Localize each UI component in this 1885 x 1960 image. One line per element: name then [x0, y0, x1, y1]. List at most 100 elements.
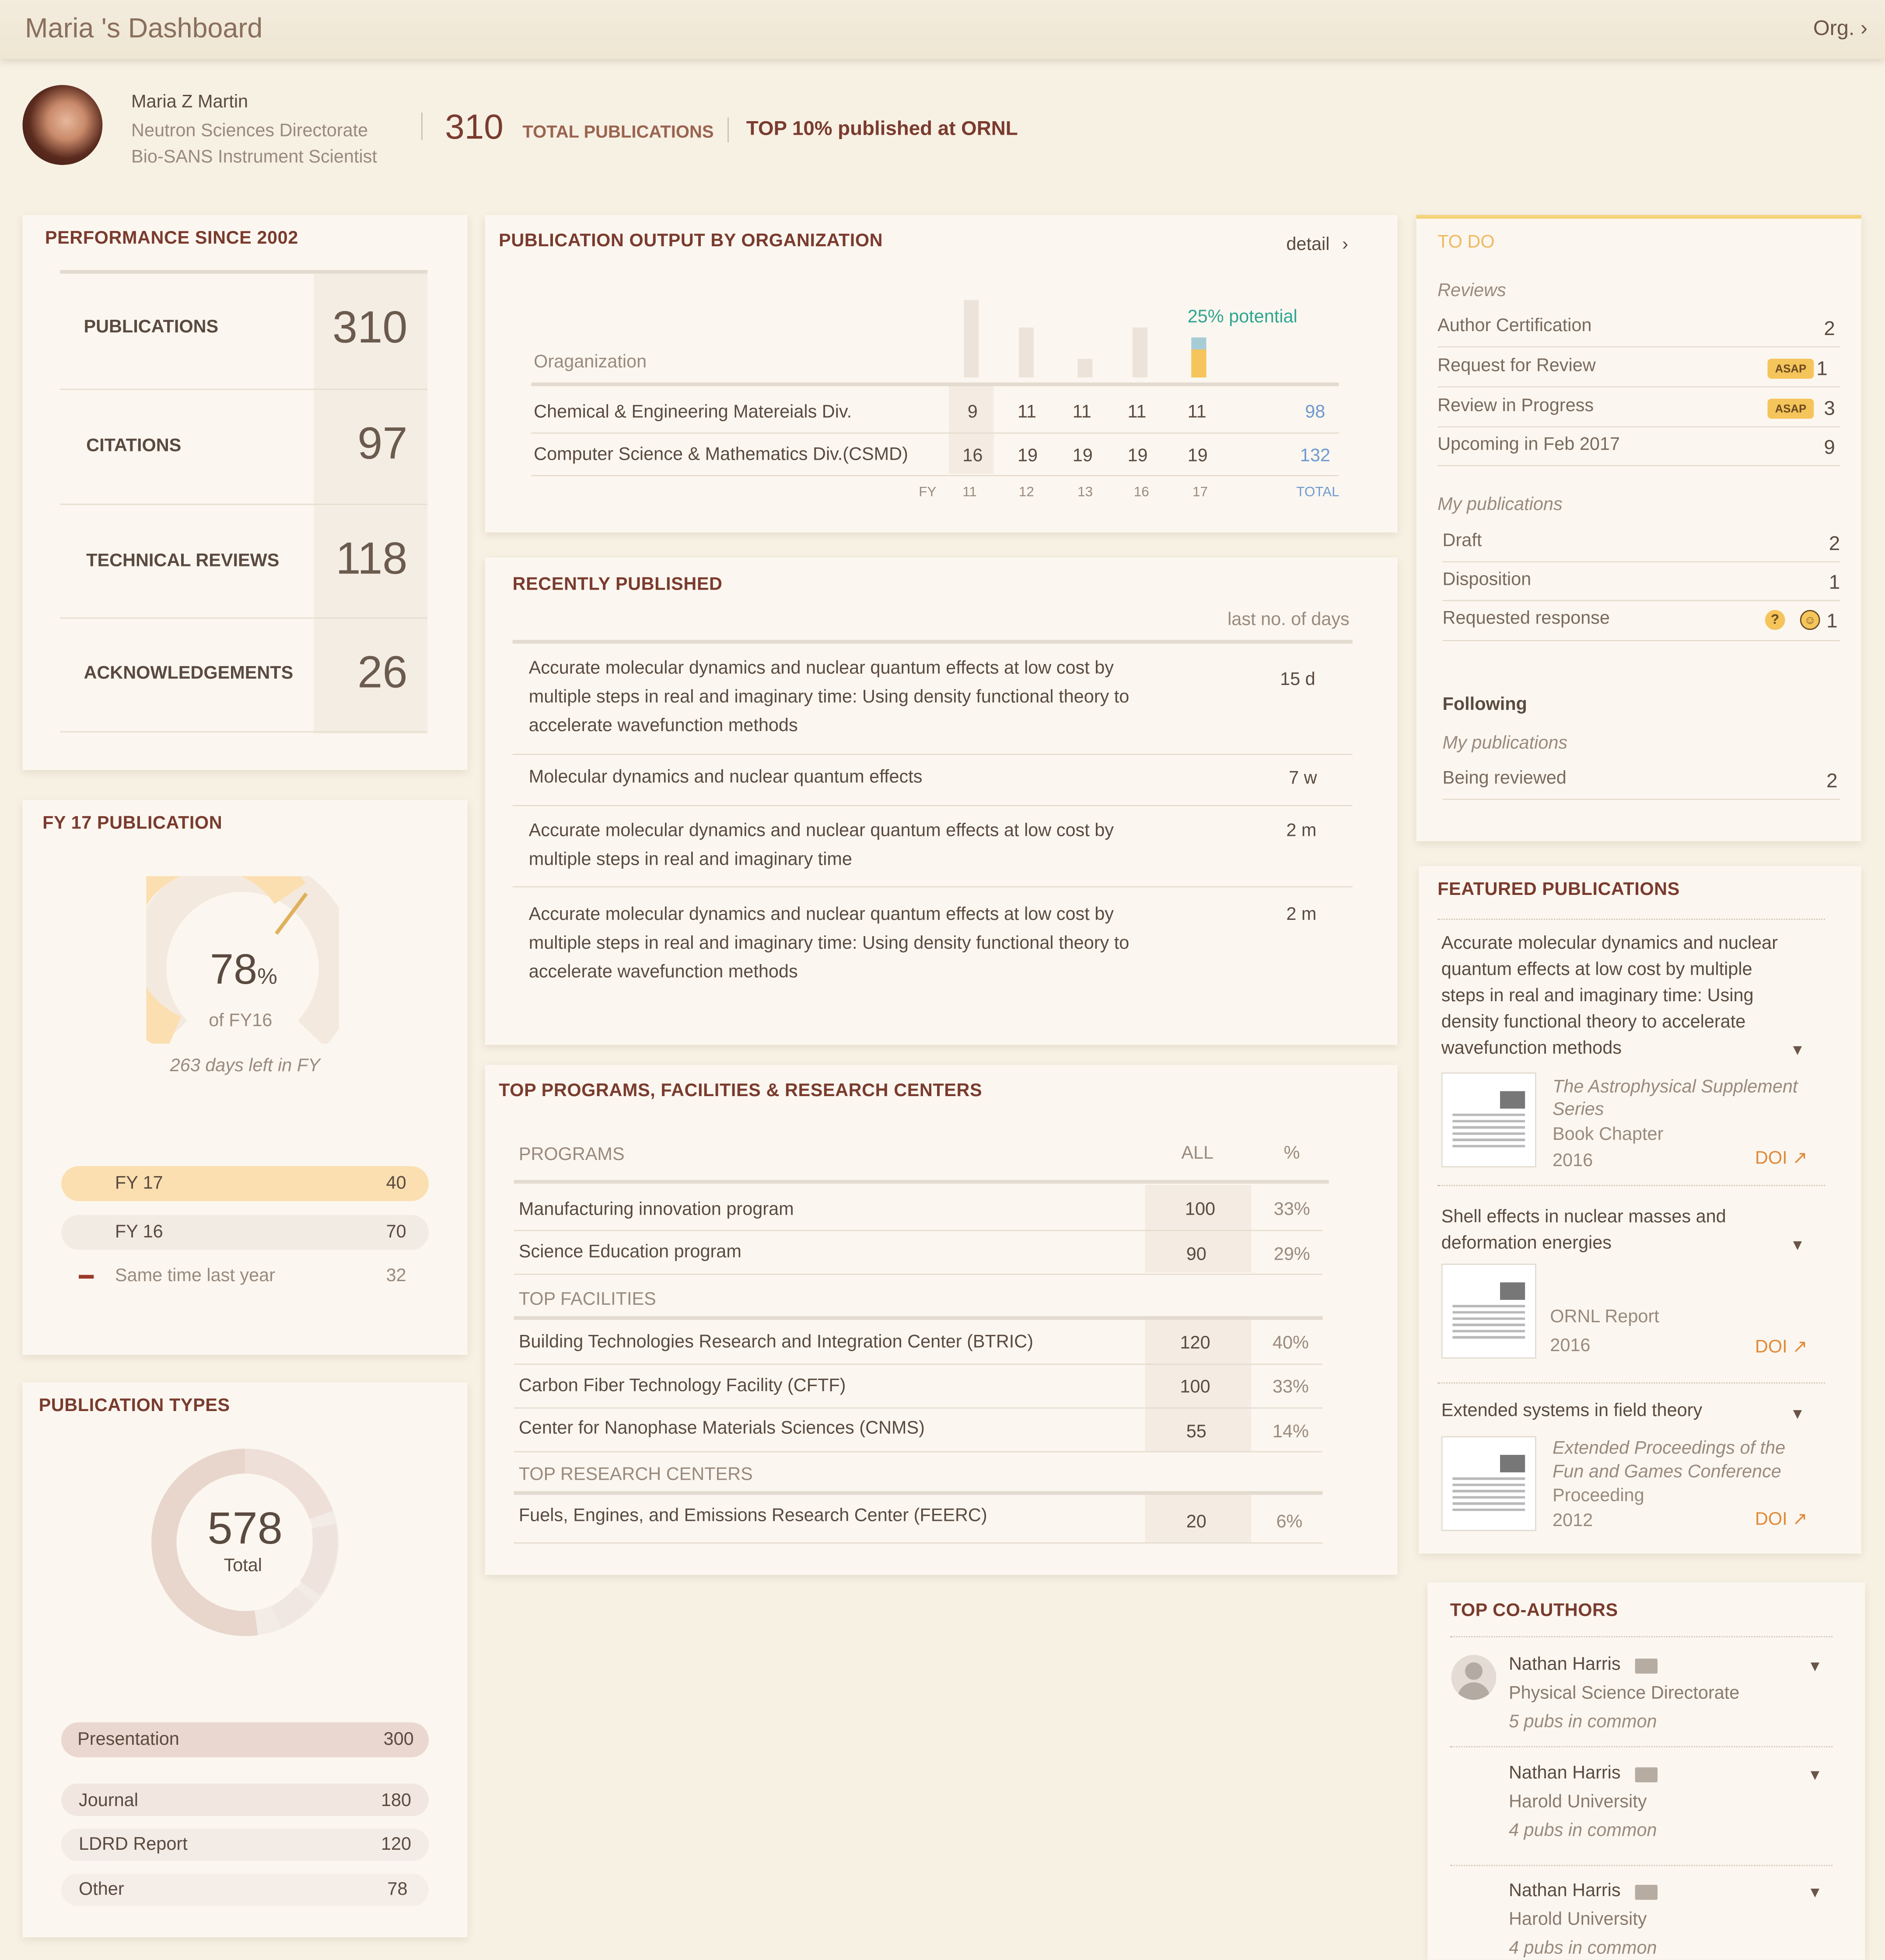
chevron-down-icon[interactable]: ▼ — [1790, 1041, 1805, 1059]
program-row[interactable]: Manufacturing innovation program 100 33% — [514, 1185, 1329, 1227]
coauthor-common: 5 pubs in common — [1509, 1712, 1657, 1733]
featured-source: Extended Proceedings of the — [1553, 1438, 1786, 1459]
programs-header: PROGRAMS — [518, 1145, 625, 1165]
doi-link[interactable]: DOI ↗ — [1755, 1510, 1808, 1530]
pubtype-row[interactable]: LDRD Report 120 — [61, 1828, 429, 1861]
coauthor-item[interactable]: Nathan Harris ▼ Physical Science Directo… — [1450, 1645, 1833, 1742]
featured-item[interactable]: Accurate molecular dynamics and nuclear … — [1437, 929, 1825, 1172]
featured-source: Series — [1553, 1100, 1604, 1120]
fy17-row-previous[interactable]: FY 16 70 — [61, 1215, 429, 1250]
percent-sign: % — [257, 964, 277, 989]
facility-pct: 33% — [1272, 1377, 1309, 1398]
question-icon[interactable]: ? — [1765, 610, 1785, 630]
contact-card-icon[interactable] — [1635, 1767, 1658, 1782]
featured-type: Proceeding — [1553, 1486, 1644, 1506]
facility-name: Carbon Fiber Technology Facility (CFTF) — [518, 1376, 846, 1396]
todo-row[interactable]: Request for Review ASAP 1 — [1437, 351, 1840, 386]
recent-title-line: Accurate molecular dynamics and nuclear … — [528, 821, 1114, 842]
performance-title: PERFORMANCE SINCE 2002 — [45, 228, 298, 249]
publication-thumbnail — [1441, 1436, 1536, 1531]
facility-row[interactable]: Carbon Fiber Technology Facility (CFTF) … — [514, 1365, 1329, 1407]
todo-row[interactable]: Being reviewed 2 — [1443, 764, 1840, 799]
chevron-down-icon[interactable]: ▼ — [1808, 1766, 1822, 1784]
org-value: 19 — [1072, 446, 1093, 466]
org-total[interactable]: 132 — [1300, 446, 1330, 466]
contact-card-icon[interactable] — [1635, 1885, 1658, 1900]
recent-item[interactable]: Accurate molecular dynamics and nuclear … — [513, 645, 1353, 752]
pubtype-row[interactable]: Other 78 — [61, 1873, 429, 1906]
featured-title-line: wavefunction methods — [1441, 1038, 1622, 1059]
coauthor-avatar — [1451, 1655, 1497, 1700]
todo-count: 2 — [1829, 534, 1840, 555]
dotted-divider — [1450, 1636, 1833, 1638]
chevron-down-icon[interactable]: ▼ — [1790, 1405, 1805, 1422]
same-time-row[interactable]: Same time last year 32 — [61, 1262, 429, 1293]
todo-row[interactable]: Author Certification 2 — [1437, 311, 1840, 346]
performance-row[interactable]: CITATIONS 97 — [60, 390, 427, 505]
all-column-header: ALL — [1181, 1143, 1214, 1164]
todo-row[interactable]: Review in Progress ASAP 3 — [1437, 391, 1840, 426]
divider — [514, 1542, 1323, 1544]
recent-item[interactable]: Molecular dynamics and nuclear quantum e… — [513, 755, 1353, 805]
pubtype-row[interactable]: Presentation 300 — [61, 1722, 429, 1757]
output-bar-current — [1191, 337, 1207, 377]
org-value: 19 — [1018, 446, 1038, 466]
recent-title-line: multiple steps in real and imaginary tim… — [528, 687, 1130, 708]
chevron-down-icon[interactable]: ▼ — [1808, 1657, 1822, 1675]
recent-item[interactable]: Accurate molecular dynamics and nuclear … — [513, 806, 1353, 886]
person-alert-icon[interactable]: ☺ — [1800, 610, 1820, 630]
program-row[interactable]: Science Education program 90 29% — [514, 1231, 1329, 1274]
recent-title-line: Molecular dynamics and nuclear quantum e… — [528, 767, 923, 788]
todo-row[interactable]: Disposition 1 — [1443, 565, 1840, 600]
output-bar — [1077, 359, 1093, 377]
research-center-row[interactable]: Fuels, Engines, and Emissions Research C… — [514, 1495, 1329, 1543]
fy17-card: FY 17 PUBLICATION 78% of FY16 263 days l… — [22, 800, 468, 1355]
todo-row[interactable]: Requested response ? ☺ 1 — [1443, 604, 1840, 639]
divider — [531, 475, 1339, 476]
facility-row[interactable]: Center for Nanophase Materials Sciences … — [514, 1408, 1329, 1451]
research-center-all: 20 — [1186, 1512, 1207, 1533]
facility-row[interactable]: Fuels, Engines, and Emissions Research C… — [514, 1320, 1329, 1363]
divider — [1442, 600, 1840, 601]
todo-label: Disposition — [1442, 570, 1532, 590]
featured-item[interactable]: Extended systems in field theory ▼ Exten… — [1437, 1391, 1825, 1538]
performance-row[interactable]: ACKNOWLEDGEMENTS 26 — [60, 618, 427, 731]
performance-row[interactable]: TECHNICAL REVIEWS 118 — [60, 505, 427, 617]
coauthor-common: 4 pubs in common — [1509, 1821, 1657, 1841]
performance-row[interactable]: PUBLICATIONS 310 — [60, 274, 427, 389]
org-row[interactable]: Chemical & Engineering Matereials Div. 9… — [531, 390, 1339, 431]
fy-axis-label: FY — [919, 485, 937, 500]
chevron-down-icon[interactable]: ▼ — [1808, 1883, 1822, 1901]
fy-value: 40 — [386, 1174, 406, 1194]
org-value: 11 — [1072, 402, 1091, 423]
avatar[interactable] — [22, 85, 103, 165]
org-link[interactable]: Org. › — [1813, 16, 1868, 41]
pubtype-row[interactable]: Journal 180 — [61, 1783, 429, 1816]
featured-item[interactable]: Shell effects in nuclear masses and defo… — [1437, 1195, 1825, 1364]
fy17-row-current[interactable]: FY 17 40 — [61, 1166, 429, 1202]
org-total[interactable]: 98 — [1305, 402, 1325, 423]
same-time-label: Same time last year — [115, 1266, 276, 1286]
recent-title-line: multiple steps in real and imaginary tim… — [528, 933, 1130, 954]
org-row[interactable]: Computer Science & Mathematics Div.(CSMD… — [531, 434, 1339, 475]
todo-label: Review in Progress — [1437, 396, 1594, 416]
thumbnail-text — [1452, 1114, 1525, 1151]
doi-link[interactable]: DOI ↗ — [1755, 1338, 1808, 1358]
publication-types-card: PUBLICATION TYPES 578 Total Presentation… — [22, 1382, 468, 1938]
top-programs-card: TOP PROGRAMS, FACILITIES & RESEARCH CENT… — [485, 1065, 1398, 1575]
todo-row[interactable]: Draft 2 — [1443, 526, 1840, 561]
donut-ldrd — [300, 1523, 338, 1596]
recent-item[interactable]: Accurate molecular dynamics and nuclear … — [513, 887, 1353, 995]
chevron-down-icon[interactable]: ▼ — [1790, 1236, 1805, 1254]
facilities-header: TOP FACILITIES — [518, 1289, 656, 1310]
todo-row[interactable]: Upcoming in Feb 2017 9 — [1437, 431, 1840, 466]
doi-link[interactable]: DOI ↗ — [1755, 1149, 1808, 1169]
coauthor-item[interactable]: Nathan Harris ▼ Harold University 4 pubs… — [1450, 1871, 1833, 1960]
year-label: 13 — [1077, 485, 1093, 500]
thumbnail-text — [1452, 1305, 1525, 1342]
coauthor-name: Nathan Harris — [1509, 1655, 1621, 1675]
coauthor-item[interactable]: Nathan Harris ▼ Harold University 4 pubs… — [1450, 1754, 1833, 1851]
divider — [1442, 561, 1840, 562]
donut-other — [270, 1586, 315, 1629]
contact-card-icon[interactable] — [1635, 1658, 1658, 1674]
